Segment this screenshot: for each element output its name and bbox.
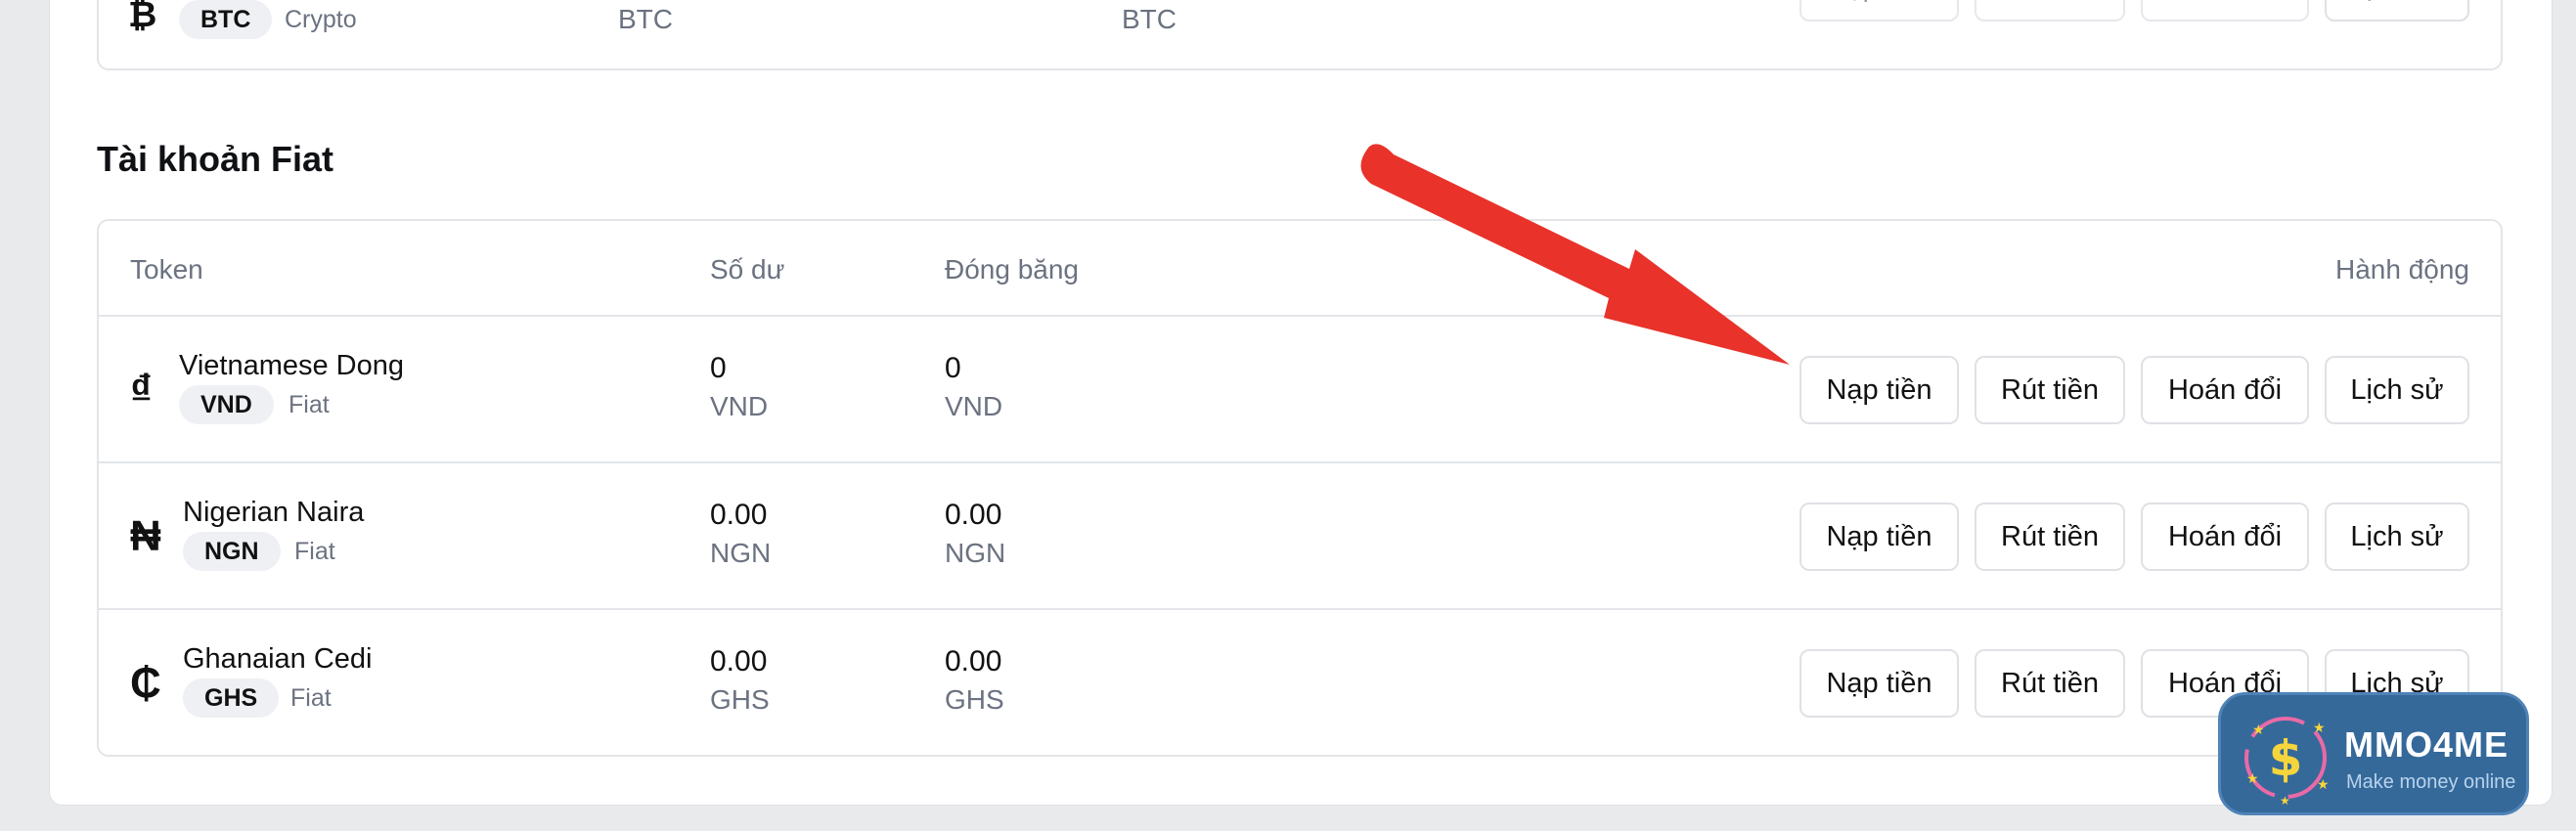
token-kind: Crypto [285, 6, 357, 33]
table-row-ngn: ₦ Nigerian Naira NGN Fiat 0.00 NGN 0.00 … [99, 463, 2501, 610]
balance-unit: GHS [710, 684, 770, 715]
watermark-subtitle: Make money online [2346, 771, 2516, 793]
table-row-vnd: ₫ Vietnamese Dong VND Fiat 0 VND 0 VND N… [99, 317, 2501, 463]
svg-text:$: $ [2269, 730, 2303, 787]
fiat-accounts-table: Token Số dư Đóng băng Hành động ₫ Vietna… [97, 219, 2503, 757]
svg-text:★: ★ [2280, 794, 2290, 808]
svg-text:★: ★ [2246, 771, 2259, 787]
token-code-badge: BTC [179, 0, 273, 39]
frozen-unit: NGN [945, 538, 1006, 568]
svg-text:★: ★ [2317, 777, 2330, 793]
bitcoin-icon: ₿ [128, 0, 157, 34]
frozen-unit: BTC [1122, 4, 1177, 34]
naira-icon: ₦ [130, 512, 161, 560]
withdraw-button[interactable]: Rút tiền [1975, 0, 2125, 22]
withdraw-button[interactable]: Rút tiền [1975, 503, 2125, 571]
table-row-ghs: ₵ Ghanaian Cedi GHS Fiat 0.00 GHS 0.00 G… [99, 610, 2501, 755]
deposit-button[interactable]: Nạp tiền [1799, 649, 1959, 718]
watermark-title: MMO4ME [2344, 724, 2509, 765]
balance-value: 0.00 [710, 645, 768, 678]
balance-unit: BTC [618, 4, 673, 34]
table-header: Token Số dư Đóng băng Hành động [99, 221, 2501, 317]
mmo4me-watermark: $ ★ ★ ★ ★ ★ MMO4ME Make money online [2218, 692, 2529, 815]
token-code-badge: GHS [183, 678, 280, 718]
history-button[interactable]: Lịch sử [2325, 356, 2469, 424]
token-code-badge: VND [179, 385, 274, 424]
section-title-fiat: Tài khoản Fiat [97, 139, 334, 179]
frozen-value: 0 [945, 352, 961, 384]
header-frozen: Đóng băng [945, 254, 1080, 284]
header-token: Token [130, 254, 203, 284]
dollar-cycle-logo-icon: $ ★ ★ ★ ★ ★ [2244, 717, 2330, 808]
token-name: Ghanaian Cedi [183, 643, 373, 675]
deposit-button[interactable]: Nạp tiền [1799, 0, 1959, 22]
svg-text:★: ★ [2313, 721, 2326, 736]
history-button[interactable]: Lịch sử [2325, 503, 2469, 571]
token-kind: Fiat [289, 391, 330, 418]
frozen-unit: VND [945, 391, 1003, 421]
cedi-icon: ₵ [130, 659, 161, 707]
balance-value: 0 [710, 352, 727, 384]
deposit-button[interactable]: Nạp tiền [1799, 503, 1959, 571]
balance-unit: NGN [710, 538, 772, 568]
balance-value: 0.00 [710, 499, 768, 531]
token-kind: Fiat [294, 538, 335, 565]
history-button[interactable]: Lịch sử [2325, 0, 2469, 22]
withdraw-button[interactable]: Rút tiền [1975, 649, 2125, 718]
deposit-button[interactable]: Nạp tiền [1799, 356, 1959, 424]
dong-icon: ₫ [130, 366, 153, 414]
crypto-table: ₿ BTC Crypto BTC BTC Nạp tiền Rút tiền H… [97, 0, 2503, 70]
balance-unit: VND [710, 391, 769, 421]
frozen-unit: GHS [945, 684, 1004, 715]
frozen-value: 0.00 [945, 645, 1002, 678]
swap-button[interactable]: Hoán đổi [2141, 503, 2309, 571]
swap-button[interactable]: Hoán đổi [2141, 0, 2309, 22]
swap-button[interactable]: Hoán đổi [2141, 356, 2309, 424]
header-actions: Hành động [2334, 254, 2469, 284]
frozen-value: 0.00 [945, 499, 1002, 531]
token-kind: Fiat [290, 684, 332, 712]
token-code-badge: NGN [183, 532, 281, 571]
svg-text:★: ★ [2252, 722, 2265, 738]
withdraw-button[interactable]: Rút tiền [1975, 356, 2125, 424]
token-name: Nigerian Naira [183, 497, 365, 528]
token-name: Vietnamese Dong [179, 350, 405, 381]
crypto-row-btc: ₿ BTC Crypto BTC BTC Nạp tiền Rút tiền H… [99, 0, 2501, 68]
header-balance: Số dư [710, 254, 785, 284]
